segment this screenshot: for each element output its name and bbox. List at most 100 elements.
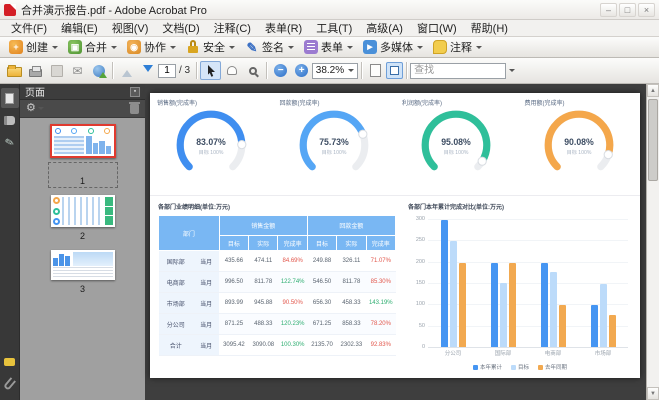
bar-group <box>491 219 516 347</box>
fit-page-button[interactable] <box>365 61 386 80</box>
menu-tools[interactable]: 工具(T) <box>309 19 359 37</box>
chevron-down-icon <box>38 107 44 110</box>
next-page-button[interactable] <box>137 61 158 80</box>
minus-icon: − <box>274 64 287 77</box>
close-button[interactable]: × <box>638 3 655 17</box>
chevron-down-icon <box>417 46 423 49</box>
menu-forms[interactable]: 表单(R) <box>258 19 309 37</box>
zoom-level-select[interactable]: 38.2% <box>312 63 358 79</box>
gear-icon[interactable]: ⚙ <box>26 103 36 114</box>
x-axis-label: 国际部 <box>495 349 512 357</box>
thumb-table <box>54 136 85 154</box>
svg-text:90.08%: 90.08% <box>564 137 594 147</box>
table-row: 市场部当月893.99945.8890.50%656.30458.33143.1… <box>159 293 396 314</box>
y-axis-tick: 300 <box>416 216 425 222</box>
combine-icon: ▣ <box>68 40 82 54</box>
speech-bubble-icon <box>4 358 15 366</box>
zoom-in-button[interactable]: + <box>291 61 312 80</box>
vertical-scrollbar: ▲ ▼ <box>646 84 659 400</box>
window-controls: – □ × <box>600 3 655 17</box>
page-number-input[interactable] <box>158 64 176 78</box>
table-row: 分公司当月871.25488.33120.23%671.25858.3378.2… <box>159 314 396 335</box>
page-thumbnail-1[interactable] <box>50 124 116 158</box>
marquee-zoom-button[interactable] <box>242 61 263 80</box>
bar <box>509 263 516 347</box>
magnifier-icon <box>249 67 257 75</box>
nav-toolbar: ✉ / 3 − + 38.2% <box>0 58 659 84</box>
signatures-panel-button[interactable]: ✎ <box>1 132 19 152</box>
svg-text:目标 100%: 目标 100% <box>199 148 224 156</box>
scrollbar-thumb[interactable] <box>648 99 658 181</box>
menu-edit[interactable]: 编辑(E) <box>54 19 105 37</box>
forms-button[interactable]: 表单 <box>299 38 358 56</box>
chevron-down-icon <box>288 46 294 49</box>
svg-text:95.08%: 95.08% <box>441 137 471 147</box>
bar <box>559 305 566 347</box>
print-button[interactable] <box>25 61 46 80</box>
save-button[interactable] <box>46 61 67 80</box>
menu-window[interactable]: 窗口(W) <box>410 19 464 37</box>
gridline <box>428 347 628 348</box>
comments-panel-button[interactable] <box>1 352 19 372</box>
plus-icon: + <box>295 64 308 77</box>
upload-button[interactable] <box>88 61 109 80</box>
x-axis-label: 市场部 <box>595 349 612 357</box>
gauge-label: 回款额(完成率) <box>280 98 320 107</box>
task-toolbar: + 创建 ▣ 合并 ◉ 协作 安全 ✎ 签名 表单 ▶ 多媒体 注释 <box>0 37 659 58</box>
open-button[interactable] <box>4 61 25 80</box>
chevron-down-icon <box>347 46 353 49</box>
search-input[interactable] <box>410 63 506 79</box>
secure-button[interactable]: 安全 <box>181 38 240 56</box>
menu-comments[interactable]: 注释(C) <box>207 19 258 37</box>
page-label-3: 3 <box>80 284 85 294</box>
fit-width-button[interactable] <box>386 62 403 79</box>
bar-group <box>591 219 616 347</box>
y-axis-tick: 200 <box>416 259 425 265</box>
multimedia-button[interactable]: ▶ 多媒体 <box>358 38 428 56</box>
menu-file[interactable]: 文件(F) <box>4 19 54 37</box>
menu-advanced[interactable]: 高级(A) <box>359 19 410 37</box>
bookmarks-panel-button[interactable] <box>1 110 19 130</box>
attachments-panel-button[interactable] <box>1 374 19 394</box>
scroll-down-button[interactable]: ▼ <box>647 387 659 400</box>
x-axis-label: 分公司 <box>445 349 462 357</box>
page-drop-target[interactable]: 1 <box>48 162 118 188</box>
comment-button[interactable]: 注释 <box>428 38 487 56</box>
menu-bar: 文件(F) 编辑(E) 视图(V) 文档(D) 注释(C) 表单(R) 工具(T… <box>0 20 659 37</box>
gauge-label: 销售额(完成率) <box>157 98 197 107</box>
gauge-label: 费用额(完成率) <box>525 98 565 107</box>
toolbar-separator <box>406 62 407 79</box>
select-tool-button[interactable] <box>200 61 221 80</box>
sign-button[interactable]: ✎ 签名 <box>240 38 299 56</box>
menu-help[interactable]: 帮助(H) <box>464 19 515 37</box>
previous-page-button[interactable] <box>116 61 137 80</box>
toolbar-separator <box>361 62 362 79</box>
legend-swatch <box>511 365 516 370</box>
panel-options-button[interactable]: ▪ <box>130 87 140 97</box>
minimize-button[interactable]: – <box>600 3 617 17</box>
hand-tool-button[interactable] <box>221 61 242 80</box>
page-thumbnail-2[interactable] <box>51 195 115 227</box>
gauge-card: 利润额(完成率)95.08%目标 100% <box>395 93 518 195</box>
menu-view[interactable]: 视图(V) <box>105 19 156 37</box>
scroll-up-button[interactable]: ▲ <box>647 84 659 97</box>
pages-panel-button[interactable] <box>1 88 19 108</box>
document-area[interactable]: 销售额(完成率)83.07%目标 100%回款额(完成率)75.73%目标 10… <box>145 84 646 400</box>
email-button[interactable]: ✉ <box>67 61 88 80</box>
chevron-down-icon <box>229 46 235 49</box>
fit-page-icon <box>370 64 381 77</box>
page-thumbnail-3[interactable] <box>51 250 115 280</box>
pdf-page: 销售额(完成率)83.07%目标 100%回款额(完成率)75.73%目标 10… <box>150 93 640 378</box>
envelope-icon: ✉ <box>72 64 82 78</box>
bar <box>459 263 466 347</box>
bar <box>600 284 607 347</box>
menu-document[interactable]: 文档(D) <box>155 19 206 37</box>
combine-button[interactable]: ▣ 合并 <box>63 38 122 56</box>
maximize-button[interactable]: □ <box>619 3 636 17</box>
create-button[interactable]: + 创建 <box>4 38 63 56</box>
thumb-gauges <box>54 128 112 134</box>
legend-item: 本年累计 <box>473 363 502 371</box>
collaborate-button[interactable]: ◉ 协作 <box>122 38 181 56</box>
trash-icon[interactable] <box>130 104 139 114</box>
zoom-out-button[interactable]: − <box>270 61 291 80</box>
